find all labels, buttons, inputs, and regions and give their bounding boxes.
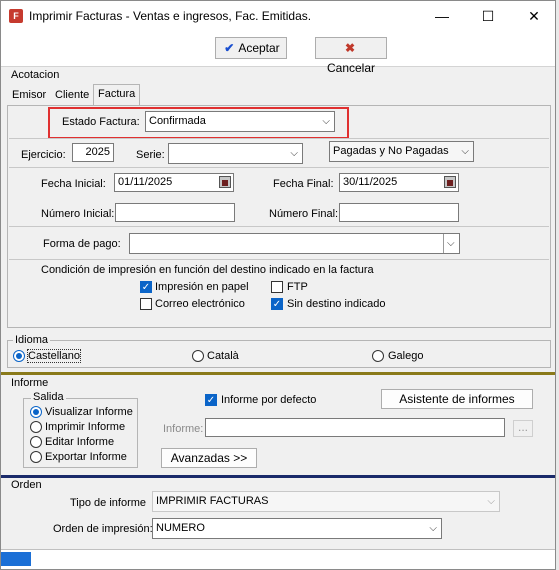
orden-impresion-select[interactable]: NUMERO ⌵: [152, 518, 442, 539]
serie-label: Serie:: [136, 149, 165, 161]
fecha-final-value: 30/11/2025: [343, 176, 398, 188]
galego-radio[interactable]: [372, 350, 384, 362]
tipo-informe-value: IMPRIMIR FACTURAS: [156, 495, 269, 507]
chevron-down-icon: ⌵: [487, 496, 495, 507]
ftp-checkbox[interactable]: [271, 281, 283, 293]
correo-label: Correo electrónico: [155, 298, 245, 310]
orden-title: Orden: [11, 479, 42, 491]
avanzadas-button[interactable]: Avanzadas >>: [161, 448, 257, 468]
condicion-text: Condición de impresión en función del de…: [41, 264, 374, 276]
accept-button-label: Aceptar: [238, 41, 280, 55]
estado-label: Estado Factura:: [62, 116, 140, 128]
fecha-final-label: Fecha Final:: [273, 178, 334, 190]
numero-inicial-input[interactable]: [115, 203, 235, 222]
catala-label: Català: [207, 350, 239, 362]
chevron-down-icon: ⌵: [443, 234, 459, 253]
imprimir-radio[interactable]: [30, 421, 42, 433]
divider: [9, 167, 549, 168]
sin-destino-checkbox[interactable]: ✓: [271, 298, 283, 310]
pagadas-select[interactable]: Pagadas y No Pagadas ⌵: [329, 141, 474, 162]
ejercicio-input[interactable]: 2025: [72, 143, 114, 162]
editar-radio[interactable]: [30, 436, 42, 448]
fecha-inicial-input[interactable]: 01/11/2025: [114, 173, 234, 192]
exportar-radio[interactable]: [30, 451, 42, 463]
chevron-down-icon: ⌵: [322, 116, 330, 127]
divider: [9, 259, 549, 260]
progress-indicator: [1, 552, 31, 566]
galego-label: Galego: [388, 350, 424, 362]
chevron-down-icon: ⌵: [461, 146, 469, 157]
castellano-radio[interactable]: [13, 350, 25, 362]
idioma-title: Idioma: [13, 334, 51, 346]
tab-cliente[interactable]: Cliente: [51, 86, 93, 104]
tipo-informe-label: Tipo de informe: [70, 497, 147, 509]
informe-title: Informe: [11, 377, 49, 389]
calendar-icon[interactable]: [444, 176, 456, 188]
estado-select[interactable]: Confirmada ⌵: [145, 111, 335, 132]
cancel-button-label: Cancelar: [326, 61, 376, 75]
catala-radio[interactable]: [192, 350, 204, 362]
cancel-x-icon: ✖: [344, 41, 356, 55]
imprimir-label: Imprimir Informe: [45, 421, 126, 433]
informe-defecto-label: Informe por defecto: [221, 394, 317, 406]
status-bar: [1, 549, 555, 569]
divider: [9, 138, 549, 139]
tab-factura[interactable]: Factura: [93, 84, 141, 106]
fecha-final-input[interactable]: 30/11/2025: [339, 173, 459, 192]
chevron-down-icon: ⌵: [290, 148, 298, 159]
numero-final-input[interactable]: [339, 203, 459, 222]
accept-button[interactable]: ✔ Aceptar: [215, 37, 287, 59]
visualizar-label: Visualizar Informe: [45, 406, 133, 418]
chevron-down-icon: ⌵: [429, 523, 437, 534]
minimize-button[interactable]: —: [419, 1, 465, 31]
cancel-button[interactable]: ✖ Cancelar: [315, 37, 387, 75]
editar-label: Editar Informe: [45, 436, 115, 448]
title-bar: F Imprimir Facturas - Ventas e ingresos,…: [1, 1, 555, 31]
salida-title: Salida: [31, 391, 66, 403]
print-invoices-dialog: F Imprimir Facturas - Ventas e ingresos,…: [0, 0, 556, 570]
sin-destino-label: Sin destino indicado: [287, 298, 386, 310]
maximize-button[interactable]: ☐: [465, 1, 511, 31]
acotacion-title: Acotacion: [11, 69, 60, 81]
informe-input[interactable]: [205, 418, 505, 437]
fecha-inicial-label: Fecha Inicial:: [41, 178, 106, 190]
informe-defecto-checkbox[interactable]: ✓: [205, 394, 217, 406]
orden-impresion-label: Orden de impresión:: [53, 523, 153, 535]
window-title: Imprimir Facturas - Ventas e ingresos, F…: [29, 9, 312, 23]
correo-checkbox[interactable]: [140, 298, 152, 310]
forma-pago-label: Forma de pago:: [43, 238, 121, 250]
numero-inicial-label: Número Inicial:: [41, 208, 115, 220]
idioma-group: [7, 340, 551, 368]
orden-impresion-value: NUMERO: [156, 522, 205, 534]
serie-select[interactable]: ⌵: [168, 143, 303, 164]
numero-final-label: Número Final:: [269, 208, 339, 220]
visualizar-radio[interactable]: [30, 406, 42, 418]
browse-button[interactable]: ...: [513, 420, 533, 437]
section-divider-gold: [1, 372, 555, 375]
castellano-label: Castellano: [27, 349, 81, 363]
impresion-papel-checkbox[interactable]: ✓: [140, 281, 152, 293]
close-button[interactable]: ✕: [511, 1, 555, 31]
pagadas-value: Pagadas y No Pagadas: [333, 145, 449, 157]
divider: [9, 226, 549, 227]
informe-label: Informe:: [163, 423, 204, 435]
fecha-inicial-value: 01/11/2025: [118, 176, 173, 188]
ftp-label: FTP: [287, 281, 308, 293]
section-divider-navy: [1, 475, 555, 478]
asistente-informes-button[interactable]: Asistente de informes: [381, 389, 533, 409]
toolbar: ✔ Aceptar ✖ Cancelar: [1, 31, 555, 75]
exportar-label: Exportar Informe: [45, 451, 127, 463]
calendar-icon[interactable]: [219, 176, 231, 188]
forma-pago-select[interactable]: ⌵: [129, 233, 460, 254]
tipo-informe-select[interactable]: IMPRIMIR FACTURAS ⌵: [152, 491, 500, 512]
impresion-papel-label: Impresión en papel: [155, 281, 249, 293]
app-icon: F: [9, 9, 23, 23]
estado-value: Confirmada: [149, 115, 206, 127]
tab-emisor[interactable]: Emisor: [8, 86, 50, 104]
ejercicio-label: Ejercicio:: [21, 149, 66, 161]
checkmark-icon: ✔: [224, 41, 235, 55]
